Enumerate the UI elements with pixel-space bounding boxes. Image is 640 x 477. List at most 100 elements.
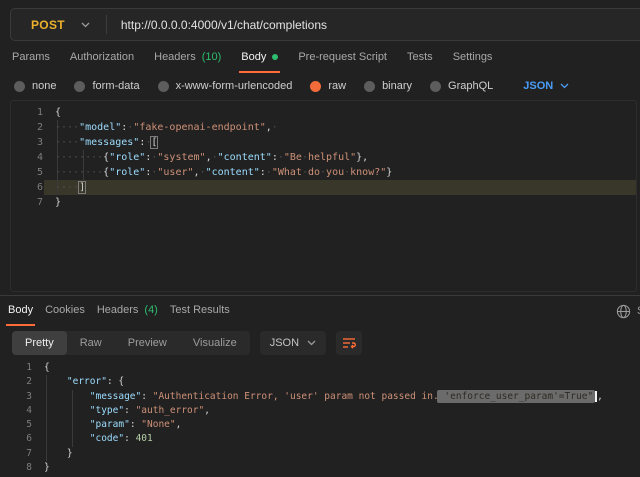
tab-label: Test Results <box>170 304 230 316</box>
wrap-lines-icon <box>342 337 356 349</box>
unsaved-dot-icon <box>272 54 278 60</box>
code-line[interactable]: 2 "error": { <box>0 375 640 389</box>
code-line[interactable]: 8} <box>0 461 640 475</box>
chevron-down-icon <box>81 22 90 28</box>
view-preview[interactable]: Preview <box>115 331 180 355</box>
code-line[interactable]: 7 } <box>0 447 640 461</box>
code-line[interactable]: 1{ <box>0 361 640 375</box>
response-toolbar: PrettyRawPreviewVisualize JSON <box>12 331 362 355</box>
tab-label: Body <box>241 51 266 63</box>
pane-divider[interactable] <box>0 295 640 296</box>
tab-label: Params <box>12 51 50 63</box>
radio-icon <box>74 81 85 92</box>
request-url-bar: POST <box>10 8 640 41</box>
code-line[interactable]: 7} <box>11 195 636 210</box>
tab-label: Headers <box>97 304 139 316</box>
tab-label: Pre-request Script <box>298 51 387 63</box>
body-format-dropdown[interactable]: JSON <box>523 80 569 92</box>
radio-label: x-www-form-urlencoded <box>176 80 293 92</box>
line-number: 5 <box>11 165 43 180</box>
response-format-label: JSON <box>270 337 299 349</box>
tab-count-badge: (10) <box>202 51 222 63</box>
response-format-dropdown[interactable]: JSON <box>260 331 326 355</box>
body-type-raw[interactable]: raw <box>310 80 346 92</box>
wrap-lines-button[interactable] <box>336 331 362 355</box>
view-pretty[interactable]: Pretty <box>12 331 67 355</box>
tab-authorization[interactable]: Authorization <box>70 48 134 70</box>
radio-icon <box>310 81 321 92</box>
tab-headers[interactable]: Headers (10) <box>154 48 221 70</box>
radio-label: none <box>32 80 56 92</box>
body-type-graphql[interactable]: GraphQL <box>430 80 493 92</box>
code-line[interactable]: 6 "code": 401 <box>0 432 640 446</box>
line-number: 2 <box>0 375 32 389</box>
tab-settings[interactable]: Settings <box>453 48 493 70</box>
line-number: 4 <box>0 404 32 418</box>
radio-label: binary <box>382 80 412 92</box>
line-number: 1 <box>11 105 43 120</box>
body-type-binary[interactable]: binary <box>364 80 412 92</box>
body-type-none[interactable]: none <box>14 80 56 92</box>
method-label: POST <box>31 18 65 32</box>
tab-label: Body <box>8 304 33 316</box>
tab-label: Tests <box>407 51 433 63</box>
tab-body[interactable]: Body <box>241 48 278 70</box>
line-number: 4 <box>11 150 43 165</box>
tab-cookies[interactable]: Cookies <box>45 300 85 323</box>
radio-icon <box>430 81 441 92</box>
chevron-down-icon <box>560 83 569 89</box>
tab-label: Cookies <box>45 304 85 316</box>
tab-test-results[interactable]: Test Results <box>170 300 230 323</box>
radio-label: raw <box>328 80 346 92</box>
view-visualize[interactable]: Visualize <box>180 331 250 355</box>
view-raw[interactable]: Raw <box>67 331 115 355</box>
code-line[interactable]: 4········{"role":·"system",·"content":·"… <box>11 150 636 165</box>
code-line[interactable]: 5 "param": "None", <box>0 418 640 432</box>
method-selector[interactable]: POST <box>11 9 106 40</box>
line-number: 7 <box>11 195 43 210</box>
line-number: 6 <box>11 180 43 195</box>
divider <box>106 15 107 34</box>
body-format-label: JSON <box>523 80 553 92</box>
code-line[interactable]: 1{ <box>11 105 636 120</box>
code-line[interactable]: 6····] <box>11 180 636 195</box>
line-number: 8 <box>0 461 32 475</box>
line-number: 3 <box>11 135 43 150</box>
line-number: 1 <box>0 361 32 375</box>
line-number: 2 <box>11 120 43 135</box>
radio-label: GraphQL <box>448 80 493 92</box>
code-line[interactable]: 3····"messages":·[ <box>11 135 636 150</box>
response-view-switch: PrettyRawPreviewVisualize <box>12 331 250 355</box>
radio-icon <box>158 81 169 92</box>
radio-icon <box>14 81 25 92</box>
line-number: 3 <box>0 390 32 404</box>
tab-params[interactable]: Params <box>12 48 50 70</box>
url-input[interactable] <box>121 18 640 32</box>
tab-body[interactable]: Body <box>8 300 33 323</box>
line-number: 7 <box>0 447 32 461</box>
radio-icon <box>364 81 375 92</box>
line-number: 5 <box>0 418 32 432</box>
tab-label: Headers <box>154 51 196 63</box>
response-body-editor[interactable]: 1{2 "error": {3 "message": "Authenticati… <box>0 356 640 477</box>
tab-count-badge: (4) <box>144 304 157 316</box>
code-line[interactable]: 2····"model":·"fake-openai-endpoint",· <box>11 120 636 135</box>
body-type-selector: none form-data x-www-form-urlencoded raw bin… <box>14 76 569 96</box>
tab-headers[interactable]: Headers (4) <box>97 300 158 323</box>
tab-tests[interactable]: Tests <box>407 48 433 70</box>
radio-label: form-data <box>92 80 139 92</box>
code-line[interactable]: 3 "message": "Authentication Error, 'use… <box>0 390 640 404</box>
tab-label: Authorization <box>70 51 134 63</box>
body-type-form-data[interactable]: form-data <box>74 80 139 92</box>
code-line[interactable]: 4 "type": "auth_error", <box>0 404 640 418</box>
globe-icon[interactable] <box>616 304 631 319</box>
chevron-down-icon <box>307 340 316 346</box>
tab-label: Settings <box>453 51 493 63</box>
tab-pre-request-script[interactable]: Pre-request Script <box>298 48 387 70</box>
response-tabs: Body Cookies Headers (4) Test Results <box>8 300 230 323</box>
code-line[interactable]: 5········{"role":·"user",·"content":·"Wh… <box>11 165 636 180</box>
line-number: 6 <box>0 432 32 446</box>
body-type-x-www-form-urlencoded[interactable]: x-www-form-urlencoded <box>158 80 293 92</box>
request-body-editor[interactable]: 1{2····"model":·"fake-openai-endpoint",·… <box>10 100 637 292</box>
request-tabs: Params Authorization Headers (10) Body Pre-re… <box>12 48 492 70</box>
